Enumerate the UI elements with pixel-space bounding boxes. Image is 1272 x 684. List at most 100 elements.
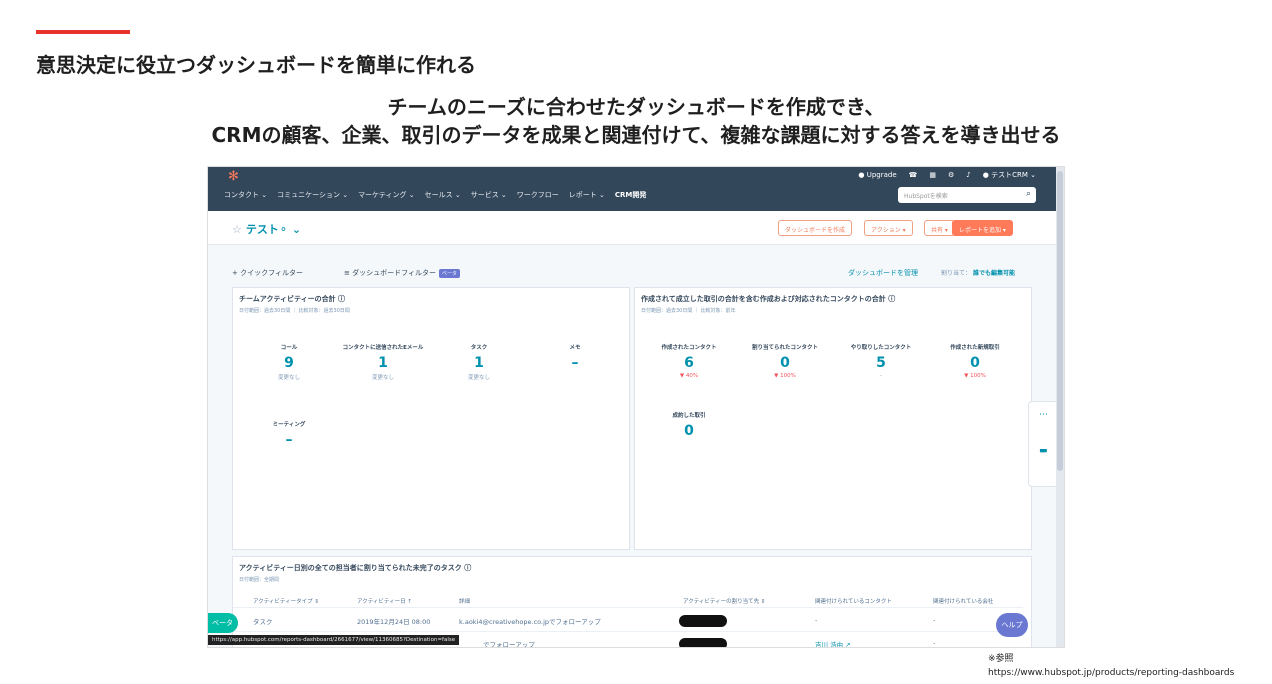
- subtitle-line-2: CRMの顧客、企業、取引のデータを成果と関連付けて、複雑な課題に対する答えを導き…: [211, 123, 1061, 147]
- column-header-contact[interactable]: 関連付けられているコンタクト: [815, 597, 892, 605]
- metric-label: 作成された新規取引: [950, 345, 1000, 351]
- beta-feedback-button[interactable]: ベータ: [208, 613, 238, 633]
- metric-created-contacts[interactable]: 作成されたコンタクト 6 ▼ 40%: [641, 344, 737, 379]
- team-activity-card: チームアクティビティーの合計 ⓘ 日付範囲：過去30日間 ｜ 比較対象：過去30…: [232, 287, 630, 550]
- create-dashboard-button[interactable]: ダッシュボードを作成: [778, 220, 853, 236]
- metric-engaged-contacts[interactable]: やり取りしたコンタクト 5 -: [833, 344, 929, 379]
- column-header-type[interactable]: アクティビティータイプ ⇕: [253, 597, 319, 605]
- metric-value: 0: [684, 423, 694, 439]
- search-input[interactable]: HubSpotを検索 ⌕: [898, 187, 1036, 203]
- metric-emails[interactable]: コンタクトに送信されたEメール 1 変更なし: [335, 344, 431, 381]
- reference-label: ※参照: [988, 654, 1014, 664]
- hubspot-screenshot: ✻ ● Upgrade ☎ ▦ ⚙ ♪ ● テストCRM ⌄ コンタクト ⌄ コ…: [207, 166, 1065, 648]
- metric-value: 9: [284, 355, 294, 371]
- metric-label: メモ: [569, 345, 581, 351]
- column-header-assignee[interactable]: アクティビティーの割り当て先 ⇕: [683, 597, 765, 605]
- metric-assigned-contacts[interactable]: 割り当てられたコンタクト 0 ▼ 100%: [737, 344, 833, 379]
- help-button[interactable]: ヘルプ: [996, 613, 1028, 637]
- nav-crm-dev[interactable]: CRM開発: [615, 190, 647, 200]
- dashboard-filter-button[interactable]: ≡ ダッシュボードフィルター ベータ: [344, 268, 460, 278]
- cell-detail[interactable]: k.aoki4@creativehope.co.jpでフォローアップ: [459, 616, 601, 626]
- actions-button[interactable]: アクション ▾: [864, 220, 913, 236]
- side-tools-widget: ⋯ ▬: [1028, 401, 1058, 487]
- dashboard-header: ☆ テスト⚬ ⌄ ダッシュボードを作成 アクション ▾ 共有 ▾ レポートを追加 …: [208, 211, 1058, 245]
- metric-label: やり取りしたコンタクト: [850, 345, 912, 351]
- quick-filter-button[interactable]: + クイックフィルター: [232, 268, 303, 278]
- info-icon[interactable]: ⓘ: [888, 295, 895, 303]
- metric-tasks[interactable]: タスク 1 変更なし: [431, 344, 527, 381]
- cell-date: 2019年12月24日 08:00: [357, 618, 431, 626]
- metric-meetings[interactable]: ミーティング –: [241, 421, 337, 448]
- card-title: チームアクティビティーの合計 ⓘ: [239, 295, 346, 303]
- cell-contact-link[interactable]: 吉川 浩由 ↗: [815, 639, 851, 647]
- metric-change: 変更なし: [467, 375, 490, 381]
- cell-detail[interactable]: でフォローアップ: [483, 639, 535, 647]
- nav-workflow[interactable]: ワークフロー: [517, 190, 559, 200]
- metric-value: 0: [970, 355, 980, 371]
- column-header-detail[interactable]: 詳細: [459, 597, 470, 605]
- grip-icon[interactable]: ⋯: [1039, 410, 1048, 420]
- upgrade-link[interactable]: ● Upgrade: [858, 171, 896, 179]
- metric-notes[interactable]: メモ –: [527, 344, 623, 371]
- metric-calls[interactable]: コール 9 変更なし: [241, 344, 337, 381]
- status-url-tooltip: https://app.hubspot.com/reports-dashboar…: [208, 635, 460, 645]
- notifications-icon[interactable]: ♪: [966, 171, 970, 179]
- assignment-info: 割り当て： 誰でも編集可能: [941, 270, 1015, 277]
- metric-label: 割り当てられたコンタクト: [751, 345, 818, 351]
- nav-contacts[interactable]: コンタクト ⌄: [224, 190, 267, 200]
- scrollbar-thumb[interactable]: [1057, 171, 1063, 471]
- slide-title: 意思決定に役立つダッシュボードを簡単に作れる: [36, 53, 476, 77]
- metric-closed-deals[interactable]: 成約した取引 0: [641, 412, 737, 439]
- nav-marketing[interactable]: マーケティング ⌄: [358, 190, 415, 200]
- cell-type: タスク: [253, 618, 273, 626]
- account-menu[interactable]: ● テストCRM ⌄: [983, 170, 1036, 180]
- accent-line: [36, 30, 130, 34]
- share-button[interactable]: 共有 ▾: [924, 220, 955, 236]
- marketplace-icon[interactable]: ▦: [929, 171, 936, 179]
- chat-icon[interactable]: ▬: [1039, 446, 1048, 456]
- metric-change: ▼ 100%: [964, 373, 986, 379]
- assignment-link[interactable]: 誰でも編集可能: [973, 270, 1015, 277]
- nav-communication[interactable]: コミュニケーション ⌄: [277, 190, 348, 200]
- info-icon[interactable]: ⓘ: [464, 564, 471, 572]
- top-utilities: ● Upgrade ☎ ▦ ⚙ ♪ ● テストCRM ⌄: [858, 170, 1036, 180]
- search-icon: ⌕: [1025, 189, 1031, 199]
- nav-sales[interactable]: セールス ⌄: [425, 190, 461, 200]
- metric-label: コール: [280, 345, 298, 351]
- star-icon[interactable]: ☆: [232, 223, 242, 236]
- metric-value: 6: [684, 355, 694, 371]
- metric-value: –: [285, 432, 293, 448]
- column-header-company[interactable]: 関連付けられている会社: [933, 597, 993, 605]
- phone-icon[interactable]: ☎: [909, 171, 918, 179]
- info-icon[interactable]: ⓘ: [338, 295, 345, 303]
- top-navigation-bar: ✻ ● Upgrade ☎ ▦ ⚙ ♪ ● テストCRM ⌄ コンタクト ⌄ コ…: [208, 167, 1064, 211]
- cell-company: -: [933, 616, 936, 624]
- subtitle-line-1: チームのニーズに合わせたダッシュボードを作成でき、: [387, 95, 885, 119]
- dashboard-selector[interactable]: ☆ テスト⚬ ⌄: [232, 221, 301, 237]
- reference-url[interactable]: https://www.hubspot.jp/products/reportin…: [988, 666, 1234, 680]
- metric-value: 0: [780, 355, 790, 371]
- redacted-assignee: [679, 638, 727, 647]
- row-divider: [233, 631, 1023, 632]
- column-header-date[interactable]: アクティビティー日 ↑: [357, 597, 412, 605]
- metric-change: ▼ 100%: [774, 373, 796, 379]
- nav-service[interactable]: サービス ⌄: [471, 190, 507, 200]
- vertical-scrollbar[interactable]: [1056, 167, 1064, 647]
- hubspot-sprocket-icon[interactable]: ✻: [228, 169, 239, 184]
- cell-company: -: [933, 639, 936, 647]
- metric-label: ミーティング: [272, 422, 306, 428]
- metric-new-deals[interactable]: 作成された新規取引 0 ▼ 100%: [927, 344, 1023, 379]
- card-title: 作成されて成立した取引の合計を含む作成および対応されたコンタクトの合計 ⓘ: [641, 295, 896, 303]
- add-report-button[interactable]: レポートを追加 ▾: [952, 220, 1013, 236]
- metric-value: 5: [876, 355, 886, 371]
- nav-reports[interactable]: レポート ⌄: [569, 190, 605, 200]
- metric-value: –: [571, 355, 579, 371]
- slide-subtitle: チームのニーズに合わせたダッシュボードを作成でき、 CRMの顧客、企業、取引のデ…: [0, 93, 1272, 149]
- beta-tag: ベータ: [438, 269, 460, 278]
- metric-change: -: [880, 373, 882, 379]
- metric-change: 変更なし: [371, 375, 394, 381]
- row-divider: [233, 607, 1023, 608]
- manage-dashboards-link[interactable]: ダッシュボードを管理: [848, 268, 918, 278]
- card-subtitle: 日付範囲：過去30日間 ｜ 比較対象：前年: [641, 308, 736, 314]
- settings-icon[interactable]: ⚙: [948, 171, 954, 179]
